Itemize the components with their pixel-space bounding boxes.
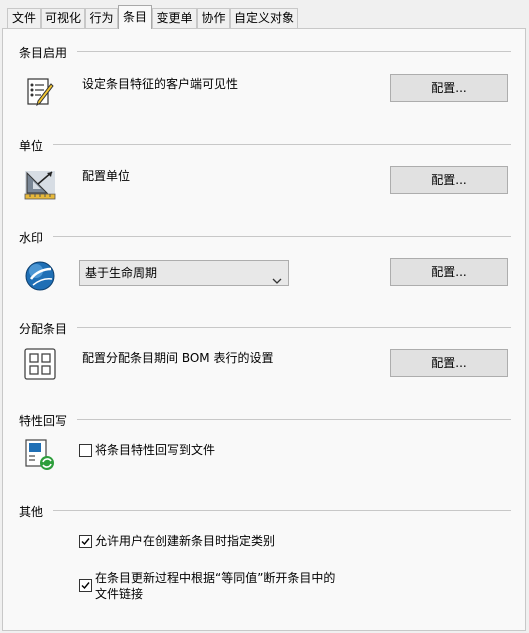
properties-pencil-icon bbox=[23, 75, 57, 109]
section-title-item-enable: 条目启用 bbox=[19, 46, 68, 60]
units-configure-button[interactable]: 配置... bbox=[390, 166, 508, 194]
item-enable-configure-button[interactable]: 配置... bbox=[390, 74, 508, 102]
ruler-triangle-icon bbox=[23, 167, 57, 201]
tab-custom-objects[interactable]: 自定义对象 bbox=[230, 8, 298, 28]
writeback-checkbox[interactable] bbox=[79, 444, 92, 457]
section-title-writeback: 特性回写 bbox=[19, 414, 68, 428]
chevron-down-icon bbox=[272, 269, 282, 284]
writeback-checkbox-label: 将条目特性回写到文件 bbox=[95, 443, 216, 457]
break-link-label-line1: 在条目更新过程中根据“等同值”断开条目中的 bbox=[95, 571, 336, 585]
section-divider bbox=[53, 144, 511, 145]
section-divider bbox=[53, 510, 511, 511]
section-divider bbox=[77, 419, 511, 420]
writeback-sync-icon bbox=[23, 438, 57, 472]
watermark-dropdown-value: 基于生命周期 bbox=[85, 266, 158, 280]
break-link-checkbox[interactable] bbox=[79, 579, 92, 592]
grid-icon bbox=[23, 347, 57, 381]
units-description: 配置单位 bbox=[82, 169, 131, 183]
section-divider bbox=[53, 236, 511, 237]
assign-items-configure-button[interactable]: 配置... bbox=[390, 349, 508, 377]
watermark-dropdown[interactable]: 基于生命周期 bbox=[79, 260, 289, 286]
watermark-configure-button[interactable]: 配置... bbox=[390, 258, 508, 286]
allow-category-checkbox[interactable] bbox=[79, 535, 92, 548]
tab-items[interactable]: 条目 bbox=[118, 5, 152, 29]
tab-visualization[interactable]: 可视化 bbox=[41, 8, 85, 28]
item-enable-description: 设定条目特征的客户端可见性 bbox=[82, 77, 239, 91]
break-link-label-line2: 文件链接 bbox=[95, 587, 144, 601]
section-title-units: 单位 bbox=[19, 139, 44, 153]
section-divider bbox=[77, 327, 511, 328]
allow-category-label: 允许用户在创建新条目时指定类别 bbox=[95, 534, 276, 548]
section-title-other: 其他 bbox=[19, 505, 44, 519]
tab-collaboration[interactable]: 协作 bbox=[197, 8, 230, 28]
check-icon bbox=[81, 582, 90, 590]
tab-bar: 文件 可视化 行为 条目 变更单 协作 自定义对象 bbox=[0, 0, 529, 29]
section-title-assign-items: 分配条目 bbox=[19, 322, 68, 336]
tab-behavior[interactable]: 行为 bbox=[85, 8, 118, 28]
tab-file[interactable]: 文件 bbox=[7, 8, 41, 28]
tab-change-order[interactable]: 变更单 bbox=[152, 8, 197, 28]
check-icon bbox=[81, 538, 90, 546]
section-title-watermark: 水印 bbox=[19, 231, 44, 245]
section-divider bbox=[77, 51, 511, 52]
assign-items-description: 配置分配条目期间 BOM 表行的设置 bbox=[82, 351, 274, 365]
globe-icon bbox=[23, 259, 57, 293]
